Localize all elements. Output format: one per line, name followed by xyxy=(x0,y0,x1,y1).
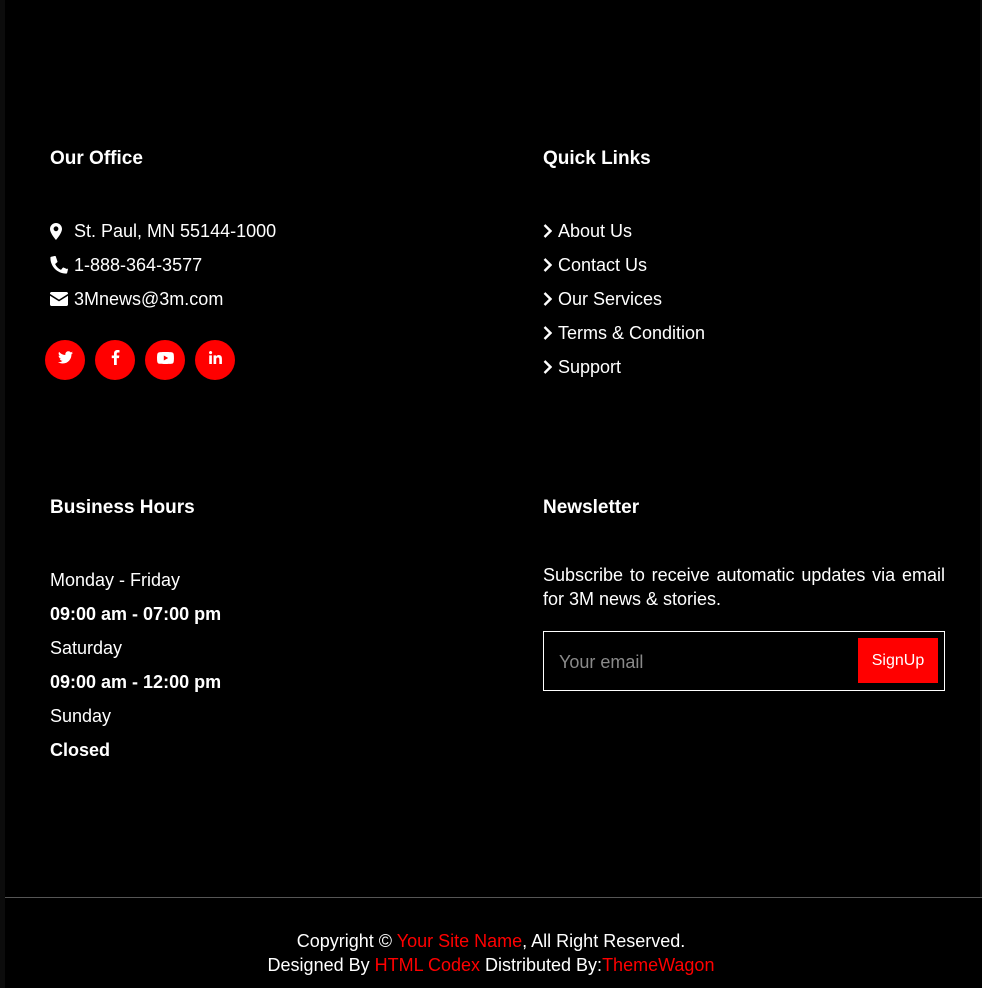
youtube-icon xyxy=(156,351,174,369)
business-hours-section: Business Hours Monday - Friday 09:00 am … xyxy=(50,497,490,767)
office-phone: 1-888-364-3577 xyxy=(50,248,490,282)
hours-days: Monday - Friday xyxy=(50,570,181,590)
quick-link-label: Contact Us xyxy=(558,255,648,275)
quick-link-contact[interactable]: Contact Us xyxy=(543,248,945,282)
quick-link-services[interactable]: Our Services xyxy=(543,282,945,316)
chevron-right-icon xyxy=(543,360,558,374)
copyright-prefix: Copyright © xyxy=(296,931,393,951)
newsletter-title: Newsletter xyxy=(543,497,640,518)
newsletter-section: Newsletter Subscribe to receive automati… xyxy=(543,497,945,691)
chevron-right-icon xyxy=(543,326,558,340)
office-phone-text: 1-888-364-3577 xyxy=(74,255,203,275)
hours-days: Sunday xyxy=(50,706,112,726)
quick-link-support[interactable]: Support xyxy=(543,350,945,384)
designer-link[interactable]: HTML Codex xyxy=(375,955,480,975)
designed-by-label: Designed By xyxy=(267,955,370,975)
signup-button[interactable]: SignUp xyxy=(858,638,938,683)
hours-time: 09:00 am - 07:00 pm xyxy=(50,604,222,624)
distributed-by-label: Distributed By: xyxy=(485,955,603,975)
quick-link-about[interactable]: About Us xyxy=(543,214,945,248)
email-input[interactable] xyxy=(545,633,861,691)
facebook-icon xyxy=(111,350,120,370)
office-address-text: St. Paul, MN 55144-1000 xyxy=(74,221,277,241)
quick-link-label: Our Services xyxy=(558,289,663,309)
envelope-icon xyxy=(50,292,70,306)
business-hours-title: Business Hours xyxy=(50,497,195,518)
linkedin-icon xyxy=(208,351,222,369)
footer-divider xyxy=(5,897,982,898)
quick-link-label: Terms & Condition xyxy=(558,323,706,343)
twitter-button[interactable] xyxy=(45,340,85,380)
credits-line: Designed By HTML Codex Distributed By:Th… xyxy=(0,953,982,977)
quick-links-section: Quick Links About Us Contact Us Our Serv… xyxy=(543,148,945,384)
office-email: 3Mnews@3m.com xyxy=(50,282,490,316)
site-name-link[interactable]: Your Site Name xyxy=(397,931,522,951)
youtube-button[interactable] xyxy=(145,340,185,380)
left-edge xyxy=(0,0,5,988)
linkedin-button[interactable] xyxy=(195,340,235,380)
hours-days: Saturday xyxy=(50,638,123,658)
facebook-button[interactable] xyxy=(95,340,135,380)
office-email-text: 3Mnews@3m.com xyxy=(74,289,224,309)
social-links xyxy=(45,340,490,380)
hours-time: 09:00 am - 12:00 pm xyxy=(50,672,222,692)
office-address: St. Paul, MN 55144-1000 xyxy=(50,214,490,248)
twitter-icon xyxy=(57,351,73,369)
office-title: Our Office xyxy=(50,148,143,169)
quick-link-label: About Us xyxy=(558,221,633,241)
rights-suffix: , All Right Reserved. xyxy=(522,931,686,951)
quick-link-label: Support xyxy=(558,357,622,377)
office-section: Our Office St. Paul, MN 55144-1000 1-888… xyxy=(45,148,490,380)
map-marker-icon xyxy=(50,222,70,240)
newsletter-description: Subscribe to receive automatic updates v… xyxy=(543,565,945,609)
chevron-right-icon xyxy=(543,258,558,272)
distributor-link[interactable]: ThemeWagon xyxy=(602,955,714,975)
quick-link-terms[interactable]: Terms & Condition xyxy=(543,316,945,350)
copyright-line: Copyright © Your Site Name, All Right Re… xyxy=(0,929,982,953)
chevron-right-icon xyxy=(543,292,558,306)
hours-time: Closed xyxy=(50,740,111,760)
quick-links-title: Quick Links xyxy=(543,148,651,169)
chevron-right-icon xyxy=(543,224,558,238)
copyright: Copyright © Your Site Name, All Right Re… xyxy=(0,929,982,977)
phone-icon xyxy=(50,256,70,274)
newsletter-form: SignUp xyxy=(543,631,945,691)
